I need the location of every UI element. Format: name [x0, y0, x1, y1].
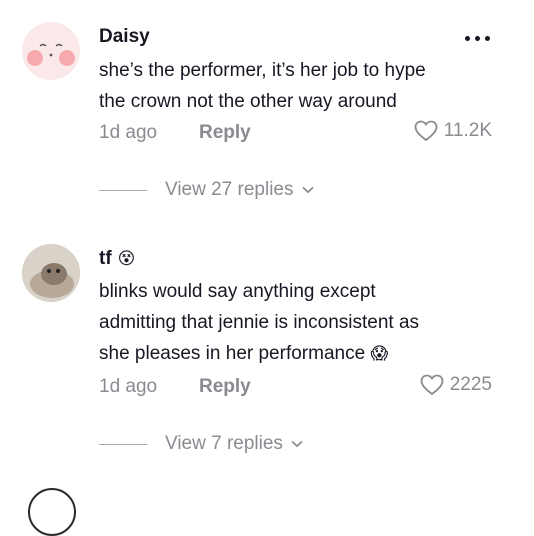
view-replies-button[interactable]: View 27 replies — [99, 179, 314, 201]
avatar-photo-icon — [22, 244, 80, 302]
comment-line: admitting that jennie is inconsistent as — [99, 312, 420, 333]
comment-line: blinks would say anything except — [99, 281, 376, 302]
view-replies-label: View 7 replies — [165, 433, 283, 454]
comment-text: blinks would say anything except admitti… — [99, 276, 519, 369]
view-replies-button[interactable]: View 7 replies — [99, 433, 303, 455]
chevron-down-icon — [291, 440, 303, 448]
reply-button[interactable]: Reply — [199, 376, 251, 398]
comment-line: the crown not the other way around — [99, 91, 397, 112]
username[interactable]: Daisy — [99, 26, 150, 48]
like-count: 2225 — [449, 374, 492, 395]
avatar[interactable] — [22, 244, 80, 302]
like-count: 11.2K — [443, 120, 492, 141]
divider — [99, 443, 147, 445]
username[interactable]: tf 😵 — [99, 248, 135, 270]
chevron-down-icon — [301, 186, 314, 194]
heart-outline-icon — [414, 120, 438, 142]
timestamp: 1d ago — [99, 376, 158, 397]
comment-line-text: she pleases in her performance — [99, 343, 366, 364]
next-avatar-edge — [28, 488, 76, 536]
like-button[interactable]: 11.2K — [414, 120, 492, 142]
like-button[interactable]: 2225 — [420, 374, 492, 396]
reply-button[interactable]: Reply — [199, 122, 251, 144]
comment-line: she pleases in her performance 😱 — [99, 338, 519, 369]
dizzy-face-emoji: 😵 — [117, 249, 136, 268]
comment-text: she’s the performer, it’s her job to hyp… — [99, 55, 519, 117]
screaming-face-emoji: 😱 — [370, 344, 389, 363]
timestamp: 1d ago — [99, 122, 158, 143]
comment-line: she’s the performer, it’s her job to hyp… — [99, 60, 426, 81]
divider — [99, 189, 147, 191]
avatar-face-icon — [22, 22, 80, 80]
more-dots-icon[interactable] — [465, 36, 490, 41]
username-text[interactable]: Daisy — [99, 26, 150, 48]
username-text[interactable]: tf — [99, 248, 112, 270]
view-replies-label: View 27 replies — [165, 179, 294, 200]
heart-outline-icon — [420, 374, 444, 396]
avatar[interactable] — [22, 22, 80, 80]
